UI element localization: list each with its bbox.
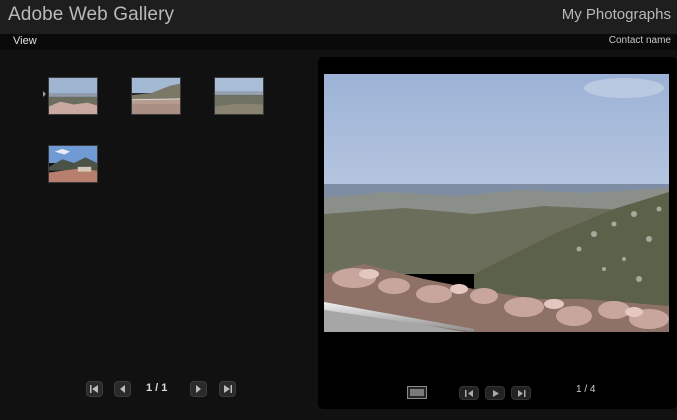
prev-photo-button[interactable] (459, 386, 479, 400)
main-photo-image (324, 74, 669, 332)
next-page-icon (196, 385, 201, 393)
last-page-button[interactable] (219, 381, 236, 397)
prev-page-icon (120, 385, 125, 393)
thumbnail-2[interactable] (131, 77, 181, 115)
thumbnail-4[interactable] (48, 145, 98, 183)
site-header: Adobe Web Gallery My Photographs (0, 0, 677, 34)
photo-thumbnail-image (49, 146, 97, 182)
collection-title: My Photographs (561, 6, 671, 23)
play-slideshow-icon (493, 390, 499, 397)
screen-mode-button[interactable] (407, 386, 427, 399)
thumbnail-3[interactable] (214, 77, 264, 115)
prev-photo-icon (465, 390, 473, 397)
photo-viewer: 1 / 4 (318, 57, 677, 409)
screen-mode-icon (410, 389, 424, 396)
selected-indicator-icon (43, 91, 46, 97)
last-page-icon (224, 385, 232, 393)
view-menu[interactable]: View (13, 35, 37, 47)
nav-bar: View Contact name (0, 34, 677, 50)
contact-link[interactable]: Contact name (609, 35, 671, 46)
next-page-button[interactable] (190, 381, 207, 397)
first-page-icon (90, 385, 98, 393)
thumbnail-1[interactable] (48, 77, 98, 115)
main-photo[interactable] (324, 74, 669, 332)
prev-page-button[interactable] (114, 381, 131, 397)
first-page-button[interactable] (86, 381, 103, 397)
next-photo-button[interactable] (511, 386, 531, 400)
photo-thumbnail-image (132, 78, 180, 114)
play-slideshow-button[interactable] (485, 386, 505, 400)
thumbnail-grid: 1 / 1 (0, 50, 318, 420)
next-photo-icon (518, 390, 526, 397)
photo-thumbnail-image (49, 78, 97, 114)
photo-thumbnail-image (215, 78, 263, 114)
site-title: Adobe Web Gallery (8, 4, 175, 25)
photo-counter: 1 / 4 (576, 384, 596, 395)
page-indicator: 1 / 1 (146, 382, 168, 394)
